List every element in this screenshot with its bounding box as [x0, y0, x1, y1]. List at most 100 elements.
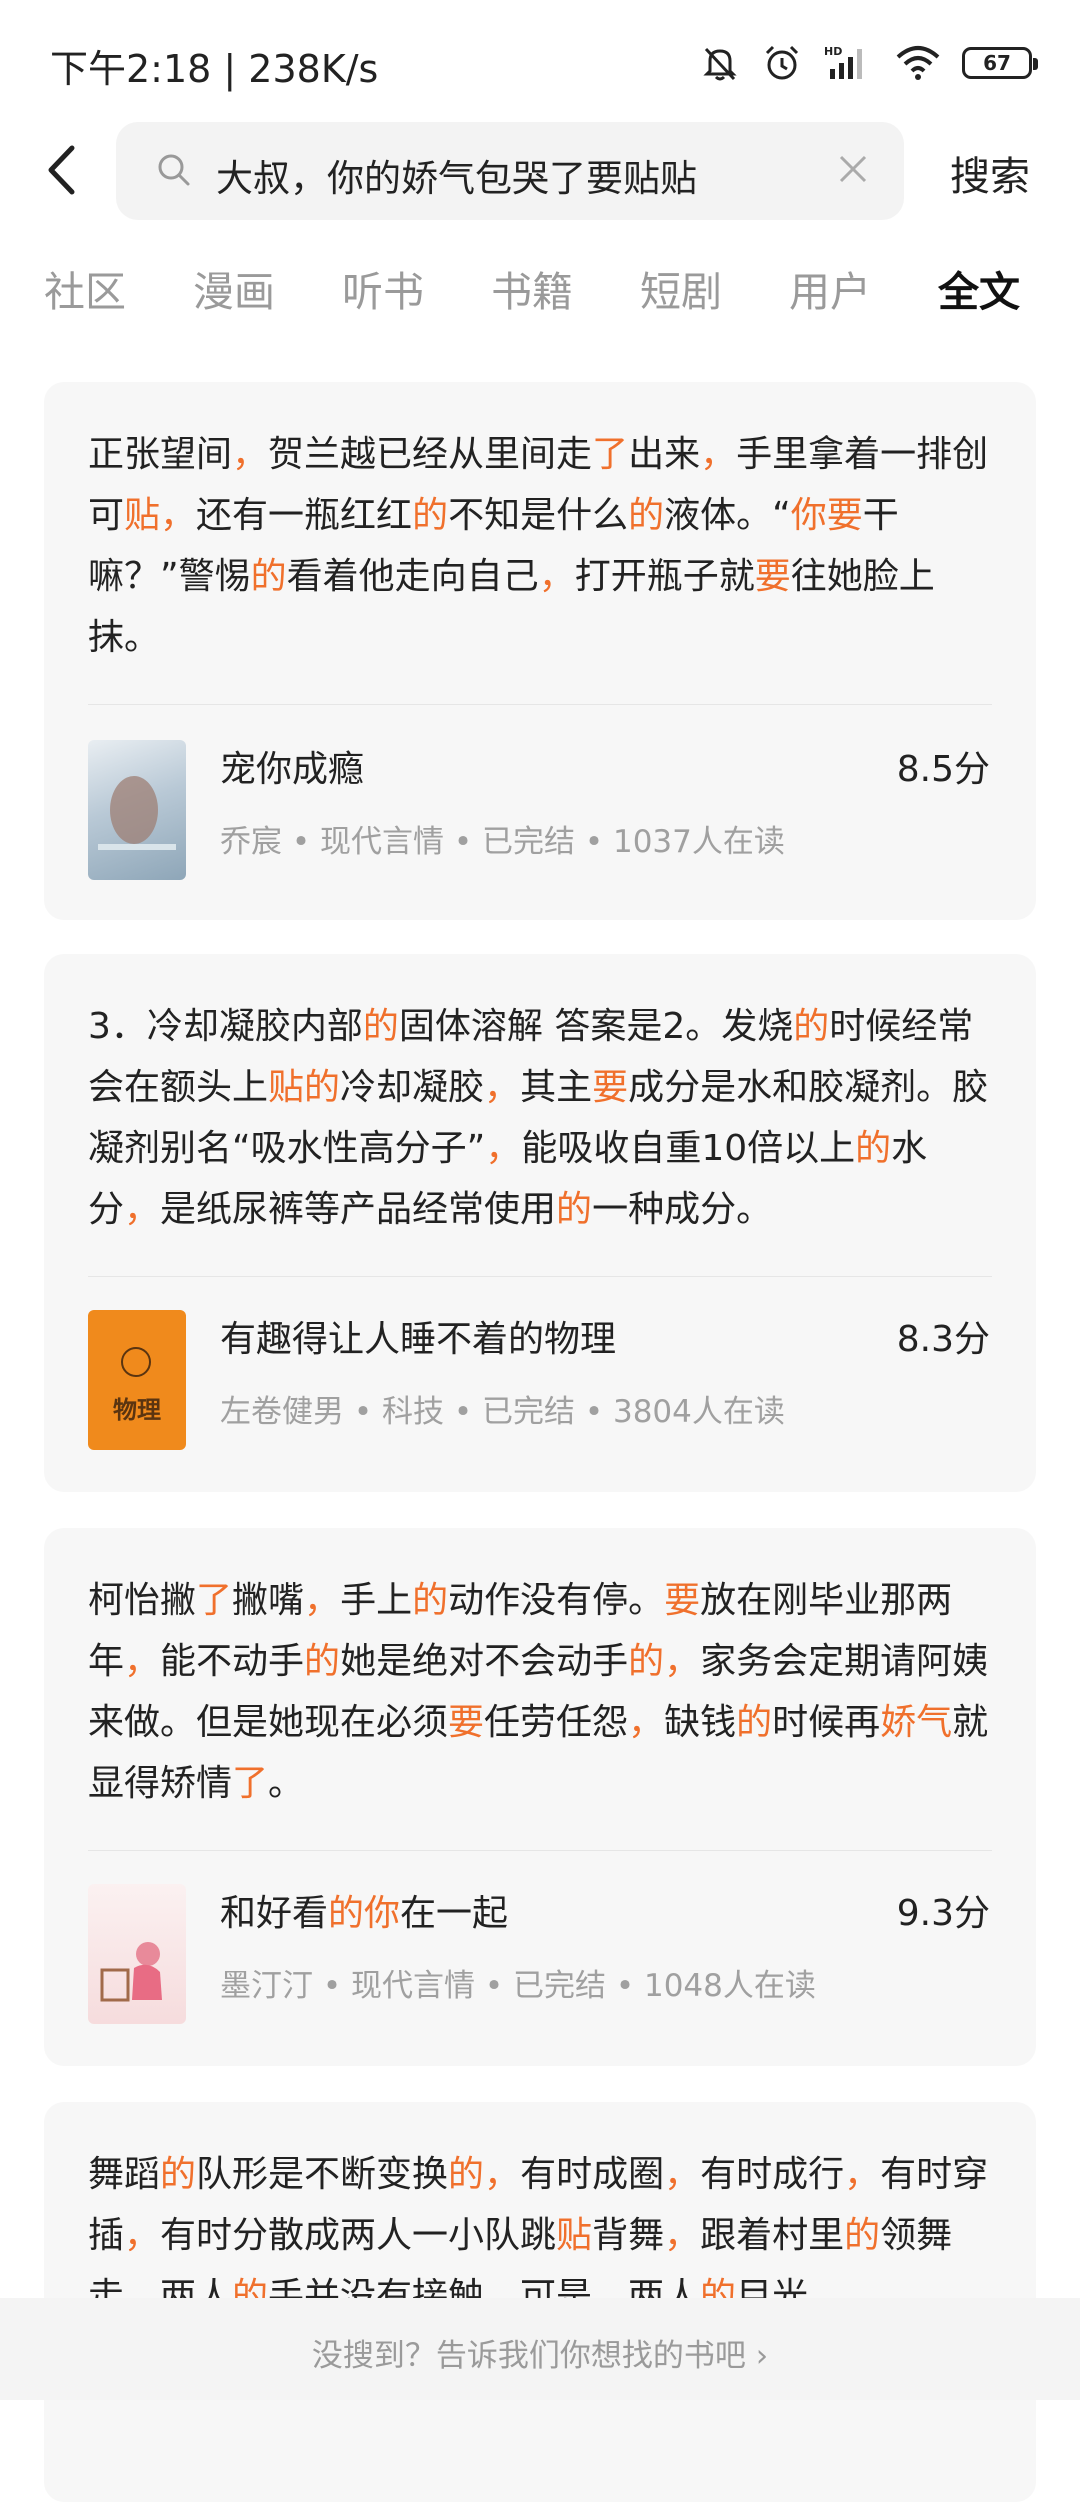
search-button[interactable]: 搜索: [950, 144, 1030, 202]
tab-community[interactable]: 社区: [44, 258, 126, 318]
highlighted-text: 的: [304, 1641, 341, 1682]
highlighted-text: ，: [124, 1189, 161, 1230]
text-segment: 撇嘴: [232, 1580, 305, 1621]
highlighted-text: ，: [232, 434, 269, 475]
text-segment: 冷却凝胶: [340, 1067, 485, 1108]
text-segment: 还有一瓶红红: [196, 495, 413, 536]
book-cover[interactable]: [88, 740, 186, 880]
text-segment: 动作没有停。: [448, 1580, 665, 1621]
tab-books[interactable]: 书籍: [491, 258, 573, 318]
tab-comics[interactable]: 漫画: [193, 258, 275, 318]
book-cover[interactable]: [88, 1884, 186, 2024]
text-segment: 固体溶解 答案是2。发烧: [398, 1006, 794, 1047]
result-card[interactable]: 3．冷却凝胶内部的固体溶解 答案是2。发烧的时候经常会在额头上贴的冷却凝胶，其主…: [44, 954, 1036, 1492]
text-segment: 背舞: [592, 2215, 665, 2256]
text-segment: 。: [268, 1763, 305, 1804]
highlighted-text: 要: [592, 1067, 629, 1108]
highlighted-text: 的: [855, 1128, 892, 1169]
tab-short-dramas[interactable]: 短剧: [640, 258, 722, 318]
result-excerpt: 3．冷却凝胶内部的固体溶解 答案是2。发烧的时候经常会在额头上贴的冷却凝胶，其主…: [88, 996, 992, 1240]
highlighted-text: 贴: [124, 495, 161, 536]
search-query: 大叔，你的娇气包哭了要贴贴: [216, 157, 697, 200]
text-segment: 手上: [340, 1580, 413, 1621]
feedback-bar[interactable]: 没搜到？告诉我们你想找的书吧 ›: [0, 2298, 1080, 2400]
cover-title: 物理: [113, 1396, 161, 1424]
signal-icon: HD: [824, 43, 874, 83]
text-segment: 跟着村里: [700, 2215, 845, 2256]
back-button[interactable]: [36, 142, 86, 198]
result-card[interactable]: 柯怡撇了撇嘴，手上的动作没有停。要放在刚毕业那两年，能不动手的她是绝对不会动手的…: [44, 1528, 1036, 2066]
text-segment: 她是绝对不会动手: [340, 1641, 629, 1682]
text-segment: 能不动手: [160, 1641, 305, 1682]
book-cover[interactable]: 物理: [88, 1310, 186, 1450]
highlighted-text: ，: [485, 1128, 522, 1169]
book-score: 8.3分: [896, 1319, 990, 1360]
highlighted-text: 的: [160, 2154, 197, 2195]
text-segment: 时候再: [772, 1702, 881, 1743]
highlighted-text: 了: [592, 434, 629, 475]
divider: [88, 1276, 992, 1277]
text-segment: 有趣得让人睡不着的物理: [220, 1319, 617, 1360]
highlighted-text: ，: [304, 1580, 341, 1621]
book-meta: 乔宸 • 现代言情 • 已完结 • 1037人在读: [220, 824, 785, 860]
highlighted-text: 的，: [628, 1641, 701, 1682]
status-time: 下午2:18 | 238K/s: [50, 47, 379, 91]
status-bar: 下午2:18 | 238K/s HD 67: [0, 0, 1080, 128]
text-segment: 不知是什么: [448, 495, 629, 536]
text-segment: 3．冷却凝胶内部: [88, 1006, 363, 1047]
text-segment: 有时分散成两人一小队跳: [160, 2215, 557, 2256]
highlighted-text: ，: [484, 1067, 521, 1108]
highlighted-text: 贴: [556, 2215, 593, 2256]
alarm-icon: [762, 43, 802, 83]
book-title[interactable]: 和好看的你在一起: [220, 1884, 508, 1936]
highlighted-text: 要: [754, 556, 791, 597]
feedback-prompt[interactable]: 没搜到？告诉我们你想找的书吧 ›: [0, 2330, 1080, 2375]
text-segment: 在一起: [400, 1893, 509, 1934]
tab-users[interactable]: 用户: [789, 258, 871, 318]
text-segment: 一种成分。: [592, 1189, 773, 1230]
text-segment: 正张望间: [88, 434, 233, 475]
text-segment: 贺兰越已经从里间走: [268, 434, 593, 475]
highlighted-text: 要: [664, 1580, 701, 1621]
tab-full-text[interactable]: 全文: [938, 258, 1020, 318]
text-segment: 是纸尿裤等产品经常使用: [160, 1189, 557, 1230]
highlighted-text: 贴的: [268, 1067, 341, 1108]
text-segment: 打开瓶子就: [574, 556, 755, 597]
book-title[interactable]: 有趣得让人睡不着的物理: [220, 1310, 616, 1362]
highlighted-text: ，: [628, 1702, 665, 1743]
clear-search-button[interactable]: [836, 152, 870, 190]
highlighted-text: ，: [664, 2154, 701, 2195]
book-score: 8.5分: [896, 749, 990, 790]
highlighted-text: 的: [628, 495, 665, 536]
wifi-icon: [896, 45, 940, 81]
category-tabs: 社区 漫画 听书 书籍 短剧 用户 全文: [0, 258, 1080, 328]
highlighted-text: ，: [160, 495, 197, 536]
highlighted-text: 的: [556, 1189, 593, 1230]
text-segment: 能吸收自重10倍以上: [521, 1128, 856, 1169]
highlighted-text: 了: [196, 1580, 233, 1621]
status-icons: HD 67: [700, 38, 1038, 88]
highlighted-text: ，: [844, 2154, 881, 2195]
text-segment: 队形是不断变换: [196, 2154, 449, 2195]
search-input[interactable]: 大叔，你的娇气包哭了要贴贴: [116, 122, 904, 220]
highlighted-text: 的你: [328, 1893, 401, 1934]
highlighted-text: ，: [664, 2215, 701, 2256]
text-segment: 有时成行: [700, 2154, 845, 2195]
highlighted-text: 娇气: [880, 1702, 953, 1743]
book-meta: 左卷健男 • 科技 • 已完结 • 3804人在读: [220, 1394, 785, 1430]
chevron-left-icon: [48, 145, 75, 195]
book-title[interactable]: 宠你成瘾: [220, 740, 364, 792]
highlighted-text: 的: [412, 495, 449, 536]
battery-icon: 67: [962, 47, 1038, 79]
highlighted-text: 的: [250, 556, 287, 597]
divider: [88, 1850, 992, 1851]
text-segment: 宠你成瘾: [220, 749, 365, 790]
highlighted-text: 的: [793, 1006, 830, 1047]
result-card[interactable]: 正张望间，贺兰越已经从里间走了出来，手里拿着一排创可贴，还有一瓶红红的不知是什么…: [44, 382, 1036, 920]
text-segment: 舞蹈: [88, 2154, 161, 2195]
search-icon: [156, 152, 192, 192]
text-segment: 有时成圈: [520, 2154, 665, 2195]
book-meta: 墨汀汀 • 现代言情 • 已完结 • 1048人在读: [220, 1968, 816, 2004]
search-row: 大叔，你的娇气包哭了要贴贴 搜索: [0, 120, 1080, 220]
tab-audiobooks[interactable]: 听书: [342, 258, 424, 318]
